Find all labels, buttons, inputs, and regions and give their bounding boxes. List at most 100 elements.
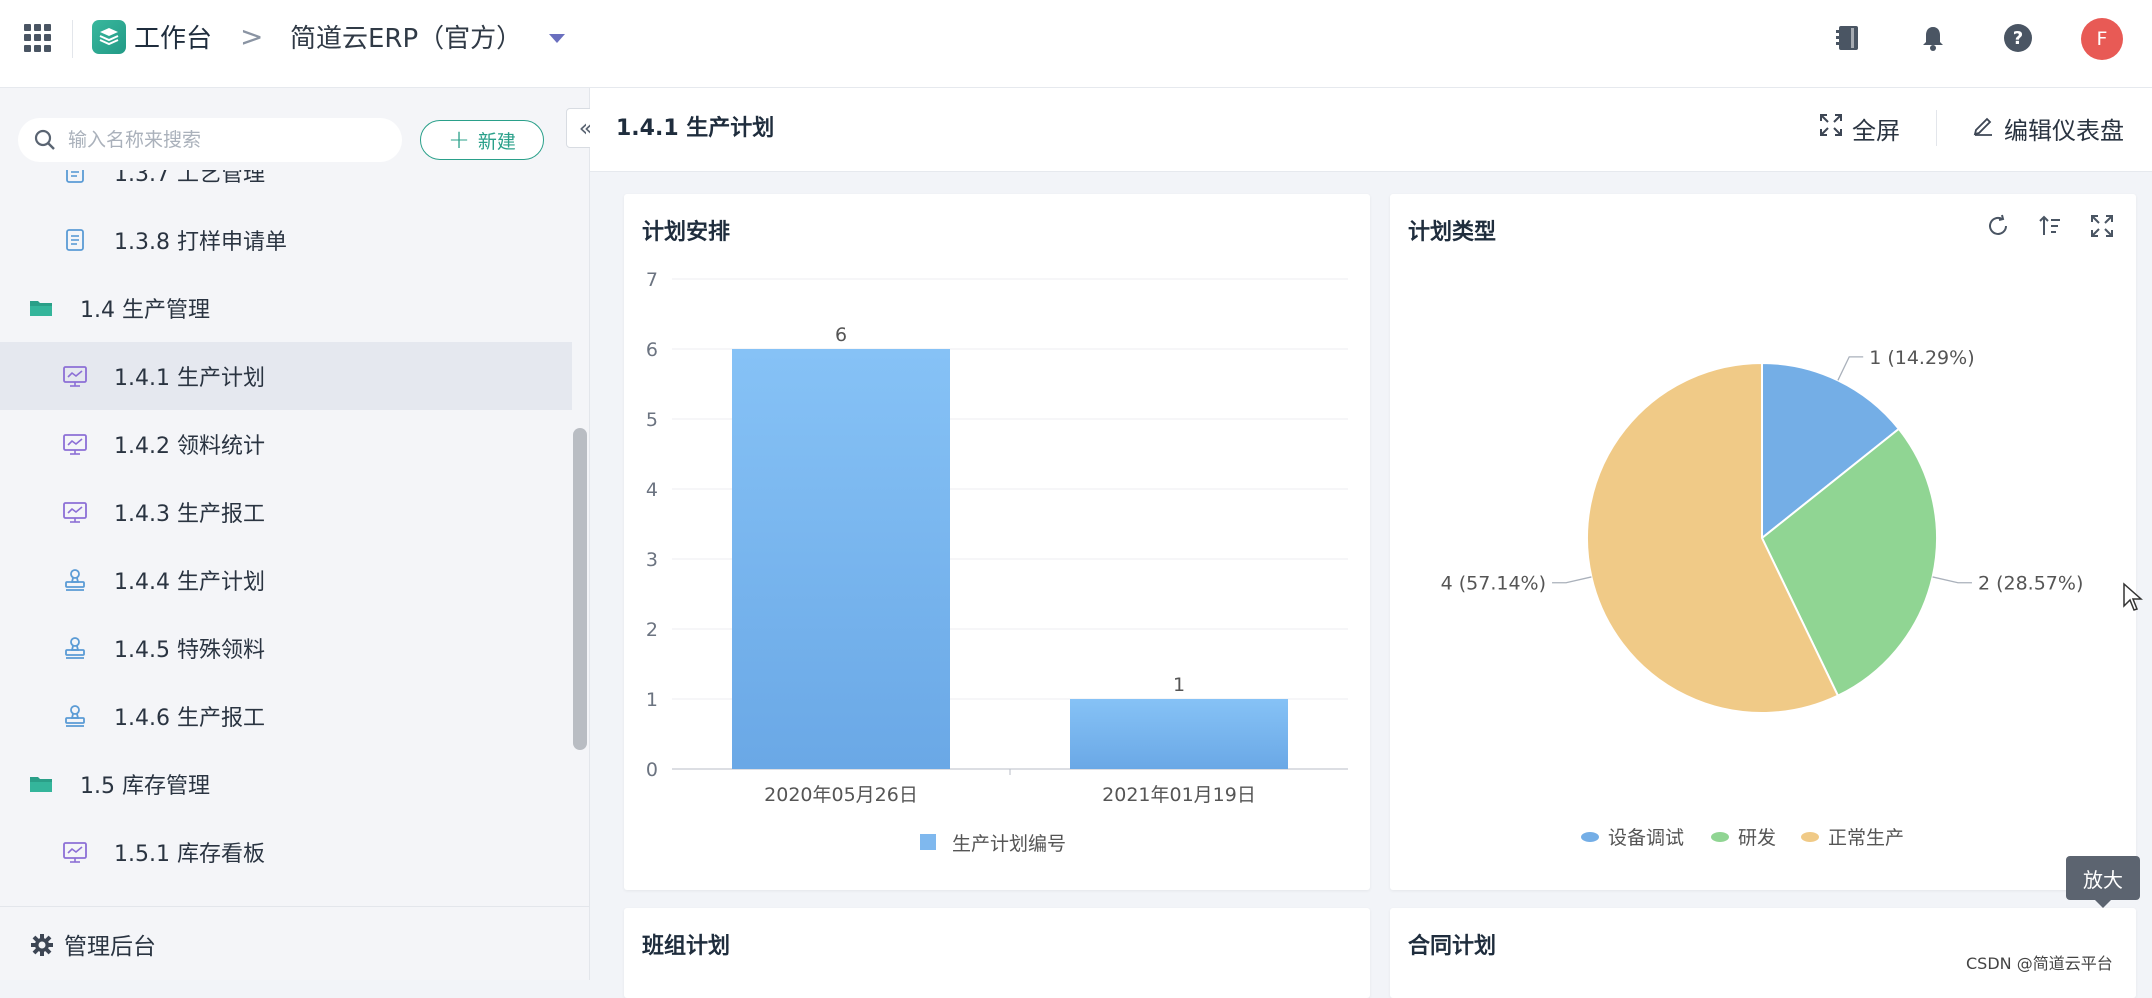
sidebar-item-1-4-6[interactable]: 1.4.6 生产报工 [0, 682, 572, 750]
expand-icon [1820, 114, 1842, 142]
bell-icon[interactable] [1913, 18, 1953, 58]
mouse-cursor-icon [2122, 582, 2144, 616]
legend-label: 研发 [1738, 827, 1776, 849]
stamp-icon [62, 635, 88, 661]
data-label: 6 [835, 324, 847, 346]
apps-grid-icon[interactable] [24, 24, 52, 52]
bar-chart: 0 1 2 3 4 5 6 7 6 2020年05月26日 1 2021年01月19日生产计划编号 [646, 269, 1348, 855]
watermark: CSDN @简道云平台 [1966, 954, 2113, 973]
notebook-icon[interactable] [1828, 18, 1868, 58]
slice-label: 4 (57.14%) [1441, 573, 1546, 595]
sidebar-item-1-5-1[interactable]: 1.5.1 库存看板 [0, 818, 572, 886]
y-tick-label: 2 [646, 619, 658, 641]
plan-schedule-card: 计划安排 0 1 2 3 4 5 6 7 6 2020年05月26日 1 2021年01月19日 生产计… [624, 194, 1370, 890]
svg-text:?: ? [2013, 28, 2023, 49]
sidebar-item-label: 1.4.6 生产报工 [114, 706, 265, 731]
y-tick-label: 3 [646, 549, 658, 571]
legend-swatch [920, 834, 936, 850]
y-tick-label: 0 [646, 759, 658, 781]
top-bar: 工作台 > 简道云ERP（官方） ? F [0, 0, 2152, 88]
sidebar-item-label: 1.4.4 生产计划 [114, 570, 265, 595]
legend-marker [1581, 832, 1599, 842]
sidebar-search[interactable] [18, 118, 402, 162]
legend-label: 设备调试 [1608, 827, 1684, 849]
search-input[interactable] [68, 124, 388, 156]
sidebar-item-1-3-8[interactable]: 1.3.8 打样申请单 [0, 206, 572, 274]
dashboard-icon [62, 363, 88, 389]
y-tick-label: 7 [646, 269, 658, 291]
stamp-icon [62, 567, 88, 593]
dashboard-icon [62, 431, 88, 457]
sidebar-item-1-4-5[interactable]: 1.4.5 特殊领料 [0, 614, 572, 682]
dashboard-icon [62, 499, 88, 525]
y-tick-label: 4 [646, 479, 658, 501]
folder-icon [28, 771, 54, 797]
sidebar-item-label: 1.4.1 生产计划 [114, 366, 265, 391]
sidebar-item-label: 1.4.5 特殊领料 [114, 638, 265, 663]
sidebar-item-label: 1.5.1 库存看板 [114, 842, 265, 867]
pencil-icon [1972, 114, 1994, 142]
fullscreen-button[interactable]: 全屏 [1820, 108, 1900, 148]
workspace-logo-icon[interactable] [92, 20, 126, 54]
search-icon [34, 129, 56, 155]
header-divider [1936, 110, 1937, 146]
edit-dashboard-button[interactable]: 编辑仪表盘 [1972, 108, 2124, 148]
admin-label: 管理后台 [64, 933, 156, 960]
slice-label: 1 (14.29%) [1869, 347, 1974, 369]
new-button-label: 新建 [477, 130, 516, 153]
sidebar-item-1-4-4[interactable]: 1.4.4 生产计划 [0, 546, 572, 614]
sidebar-item-1-4-2[interactable]: 1.4.2 领料统计 [0, 410, 572, 478]
fullscreen-label: 全屏 [1852, 116, 1900, 145]
card-title: 合同计划 [1408, 934, 1497, 959]
sidebar-item-1-5[interactable]: 1.5 库存管理 [0, 750, 572, 818]
data-label: 1 [1173, 674, 1185, 696]
app-name[interactable]: 简道云ERP（官方） [290, 20, 522, 58]
new-button[interactable]: + 新建 [420, 120, 544, 160]
sidebar-item-1-4[interactable]: 1.4 生产管理 [0, 274, 572, 342]
app-dropdown-caret-icon[interactable] [549, 34, 565, 43]
y-tick-label: 1 [646, 689, 658, 711]
sidebar: + 新建 1.3.7 工艺管理 1.3.8 打样申请单 1.4 生产管理 1.4… [0, 88, 590, 980]
label-leader-line [1837, 356, 1864, 381]
sidebar-item-label: 1.4.3 生产报工 [114, 502, 265, 527]
sidebar-tree: 1.3.7 工艺管理 1.3.8 打样申请单 1.4 生产管理 1.4.1 生产… [0, 170, 572, 906]
zoom-tooltip: 放大 [2066, 856, 2140, 908]
folder-icon [28, 295, 54, 321]
form-icon [62, 227, 88, 253]
legend-marker [1711, 832, 1729, 842]
topbar-divider [72, 20, 73, 58]
legend-label: 正常生产 [1828, 827, 1904, 849]
user-avatar[interactable]: F [2081, 18, 2123, 60]
stamp-icon [62, 703, 88, 729]
sidebar-item-label: 1.4 生产管理 [80, 298, 210, 323]
card-title: 班组计划 [642, 934, 731, 959]
sidebar-item-label: 1.3.7 工艺管理 [114, 170, 265, 187]
plus-icon: + [448, 125, 470, 155]
legend-label: 生产计划编号 [952, 833, 1066, 855]
sidebar-item-1-4-3[interactable]: 1.4.3 生产报工 [0, 478, 572, 546]
legend-marker [1801, 832, 1819, 842]
sidebar-item-label: 1.5 库存管理 [80, 774, 210, 799]
plan-type-card: 计划类型 1 (14.29%) 2 (28.57%) 4 (57.14%) 设备调试研… [1390, 194, 2136, 890]
sidebar-item-1-4-1[interactable]: 1.4.1 生产计划 [0, 342, 572, 410]
admin-console-link[interactable]: 管理后台 [0, 906, 590, 980]
team-plan-card: 班组计划 [624, 908, 1370, 998]
x-tick-label: 2020年05月26日 [764, 784, 918, 806]
sidebar-item-label: 1.3.8 打样申请单 [114, 230, 287, 255]
x-tick-label: 2021年01月19日 [1102, 784, 1256, 806]
sidebar-item-label: 1.4.2 领料统计 [114, 434, 265, 459]
dashboard-header: 1.4.1 生产计划 全屏 编辑仪表盘 [590, 88, 2152, 172]
workspace-title[interactable]: 工作台 [134, 20, 212, 58]
sidebar-item-1-3-7[interactable]: 1.3.7 工艺管理 [0, 170, 572, 206]
slice-label: 2 (28.57%) [1978, 573, 2083, 595]
gear-icon [30, 933, 54, 961]
sidebar-scrollbar[interactable] [573, 428, 587, 750]
dashboard-icon [62, 839, 88, 865]
y-tick-label: 6 [646, 339, 658, 361]
label-leader-line [1552, 576, 1592, 584]
breadcrumb-separator: > [240, 20, 264, 53]
label-leader-line [1932, 576, 1972, 584]
help-icon[interactable]: ? [1998, 18, 2038, 58]
pie-chart: 1 (14.29%) 2 (28.57%) 4 (57.14%) 设备调试 研发 正常生产 [1441, 347, 2084, 849]
bar [1070, 699, 1288, 769]
